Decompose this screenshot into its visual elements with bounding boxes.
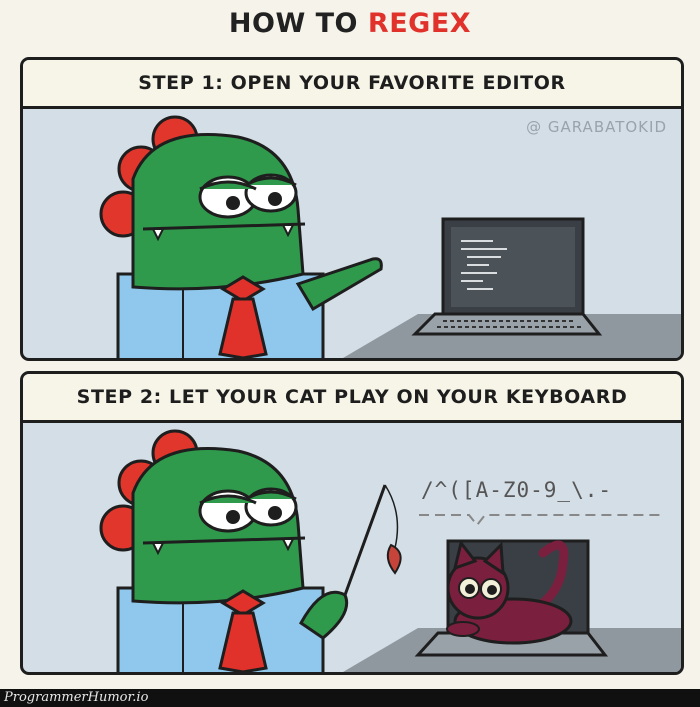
fishing-rod-toy <box>343 484 402 596</box>
title-highlight: REGEX <box>367 8 472 39</box>
speech-bubble-line <box>419 514 663 527</box>
title-prefix: HOW TO <box>228 8 359 39</box>
feather-lure <box>386 543 402 575</box>
scene-cat-on-keyboard <box>99 429 681 672</box>
dinosaur-character <box>99 115 383 358</box>
page-title: HOW TO REGEX <box>0 8 700 39</box>
comic-panel-step-1: STEP 1: OPEN YOUR FAVORITE EDITOR @ GARA… <box>20 57 684 361</box>
site-name: ProgrammerHumor.io <box>4 690 149 705</box>
scene-dino-pointing-at-laptop <box>99 115 681 358</box>
comic-panel-step-2: STEP 2: LET YOUR CAT PLAY ON YOUR KEYBOA… <box>20 371 684 675</box>
site-footer: ProgrammerHumor.io <box>0 689 700 707</box>
panel-header: STEP 2: LET YOUR CAT PLAY ON YOUR KEYBOA… <box>23 374 681 423</box>
laptop-illustration <box>411 217 603 336</box>
panel-header: STEP 1: OPEN YOUR FAVORITE EDITOR <box>23 60 681 109</box>
dinosaur-character <box>99 429 349 672</box>
